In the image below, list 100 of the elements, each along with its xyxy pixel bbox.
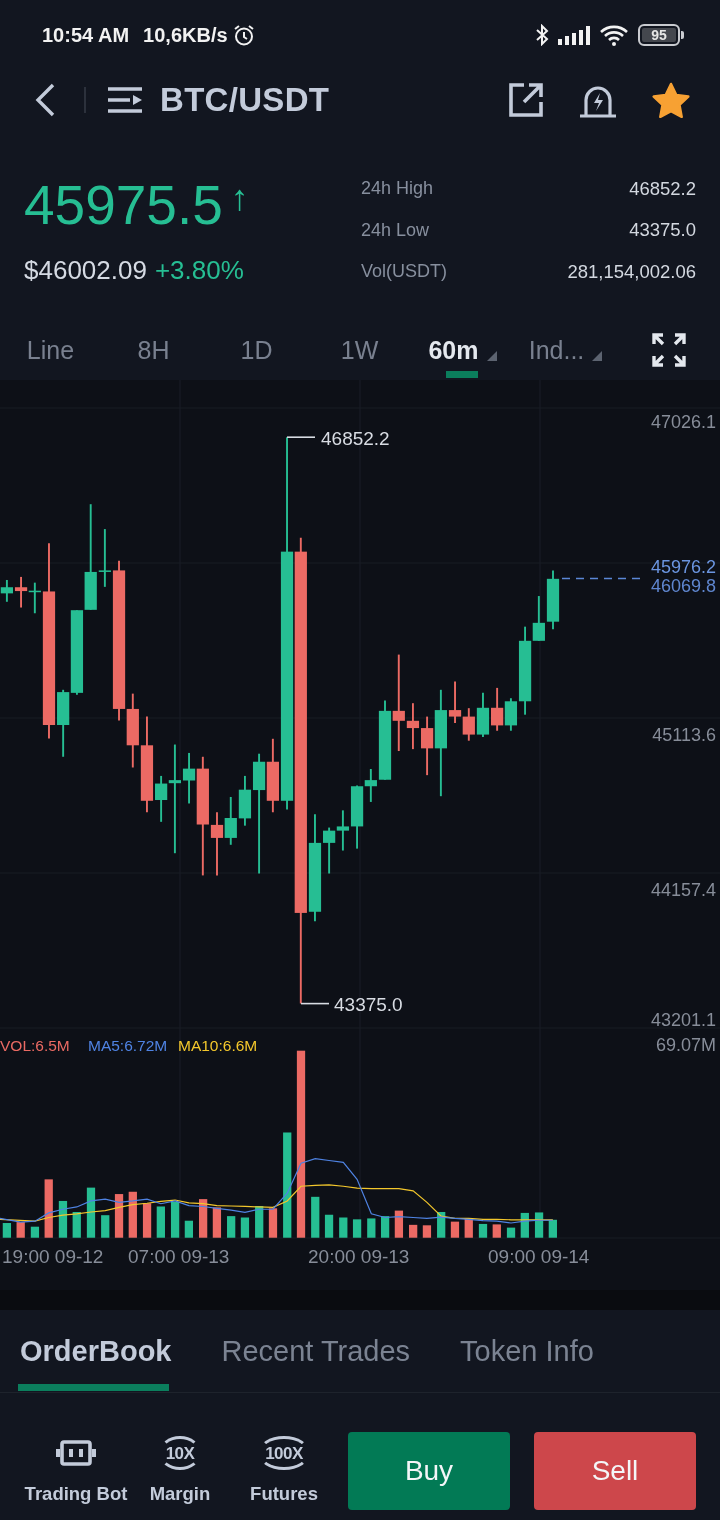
volume-bar <box>16 1222 25 1238</box>
signal-icon <box>558 25 590 45</box>
volume-bar <box>409 1224 418 1238</box>
candle <box>476 691 490 738</box>
volume-bar <box>381 1216 390 1238</box>
time-axis-label: 19:00 09-12 <box>2 1245 104 1267</box>
candle <box>546 569 560 631</box>
volume-bar <box>128 1191 137 1238</box>
interval-tab[interactable]: 8H <box>135 320 172 380</box>
price-axis-label: 45113.6 <box>652 725 716 745</box>
section-tab[interactable]: OrderBook <box>20 1310 172 1392</box>
stat-value: 46852.2 <box>629 177 696 200</box>
volume-bar <box>227 1216 236 1238</box>
fullscreen-icon[interactable] <box>651 333 686 367</box>
volume-bar <box>311 1196 320 1238</box>
clock-time: 10:54 AM <box>42 23 130 47</box>
volume-bar <box>212 1207 222 1238</box>
volume-legend: MA5:6.72M <box>88 1036 168 1054</box>
menu-icon[interactable] <box>108 86 142 114</box>
price-axis-label: 44157.4 <box>650 880 716 900</box>
volume-legend: MA10:6.6M <box>178 1036 258 1054</box>
pair-title[interactable]: BTC/USDT <box>160 81 330 119</box>
volume-bar <box>520 1212 529 1238</box>
interval-tab[interactable]: 1D <box>238 320 275 380</box>
interval-tab[interactable]: 1W <box>338 320 381 380</box>
price-change: +3.80% <box>154 254 244 286</box>
low-price-label: 43375.0 <box>334 993 403 1015</box>
star-icon[interactable] <box>652 82 690 118</box>
candle <box>14 575 28 609</box>
time-axis-label: 20:00 09-13 <box>308 1245 410 1267</box>
time-axis-label: 09:00 09-14 <box>488 1245 590 1267</box>
section-tab[interactable]: Recent Trades <box>221 1310 411 1392</box>
volume-bar <box>72 1212 81 1238</box>
shortcut-button[interactable]: Trading Bot <box>24 1436 128 1505</box>
price-axis-label: 43201.1 <box>650 1010 716 1030</box>
price-axis-label: 47026.1 <box>650 412 716 432</box>
volume-bar <box>367 1218 376 1238</box>
volume-bar <box>352 1219 362 1238</box>
shortcut-button[interactable]: 100X Futures <box>232 1436 336 1505</box>
stat-label: Vol(USDT) <box>361 261 447 283</box>
volume-bar <box>268 1208 278 1238</box>
sell-button[interactable]: Sell <box>534 1432 696 1510</box>
volume-bar <box>506 1227 516 1238</box>
volume-bar <box>534 1212 544 1238</box>
leader-line <box>300 1002 330 1005</box>
stat-value: 281,154,002.06 <box>567 260 696 283</box>
volume-bar <box>2 1223 12 1238</box>
volume-bar <box>199 1199 208 1238</box>
candle <box>224 796 237 846</box>
volume-bar <box>450 1221 460 1238</box>
volume-bar <box>255 1206 264 1238</box>
high-price-label: 46852.2 <box>321 427 390 449</box>
volume-bar <box>324 1214 334 1238</box>
volume-bar <box>170 1201 180 1238</box>
leverage-badge: 100X <box>258 1436 310 1470</box>
section-tab[interactable]: Token Info <box>460 1310 594 1392</box>
stat-value: 43375.0 <box>629 219 696 242</box>
interval-tab[interactable]: Line <box>24 320 77 380</box>
volume-bar <box>58 1200 68 1238</box>
volume-bar <box>240 1217 250 1238</box>
volume-bar <box>394 1210 404 1238</box>
volume-bar <box>339 1217 348 1238</box>
last-price: 45975.5 <box>24 174 223 236</box>
interval-tab[interactable]: 60m <box>426 320 499 380</box>
robot-icon <box>56 1439 96 1467</box>
volume-bar <box>478 1223 488 1238</box>
back-icon[interactable] <box>34 82 56 118</box>
time-axis-label: 07:00 09-13 <box>128 1245 230 1267</box>
leverage-badge: 10X <box>158 1436 202 1470</box>
price-axis-label: 46069.8 <box>650 576 716 596</box>
volume-bar <box>184 1220 193 1238</box>
volume-bar <box>114 1194 124 1238</box>
volume-bar <box>422 1225 432 1238</box>
volume-bar <box>101 1215 110 1238</box>
fiat-price: $46002.09 <box>24 254 147 286</box>
candle <box>462 707 475 742</box>
share-icon[interactable] <box>508 82 544 118</box>
leader-line <box>286 436 316 438</box>
volume-bar <box>142 1203 152 1238</box>
candle <box>0 579 13 603</box>
stat-label: 24h High <box>361 178 435 200</box>
volume-bar <box>86 1187 96 1238</box>
volume-bar <box>548 1219 557 1238</box>
buy-button[interactable]: Buy <box>348 1432 510 1510</box>
alarm-clock-icon <box>232 24 255 46</box>
candle <box>491 686 504 732</box>
interval-tab[interactable]: Ind... <box>526 320 605 380</box>
wifi-icon <box>599 24 629 46</box>
bluetooth-icon <box>535 24 549 46</box>
last-price-label: 45976.2 <box>650 557 716 577</box>
volume-bar <box>464 1218 473 1238</box>
volume-bar <box>156 1206 165 1238</box>
volume-bar <box>30 1226 40 1238</box>
trend-arrow: ↑ <box>230 178 249 218</box>
volume-bar <box>437 1212 446 1238</box>
stat-label: 24h Low <box>361 219 431 241</box>
volume-bar <box>44 1179 53 1238</box>
volume-legend: VOL:6.5M <box>0 1036 70 1054</box>
shortcut-button[interactable]: 10X Margin <box>128 1436 232 1505</box>
volume-bar <box>492 1224 501 1238</box>
